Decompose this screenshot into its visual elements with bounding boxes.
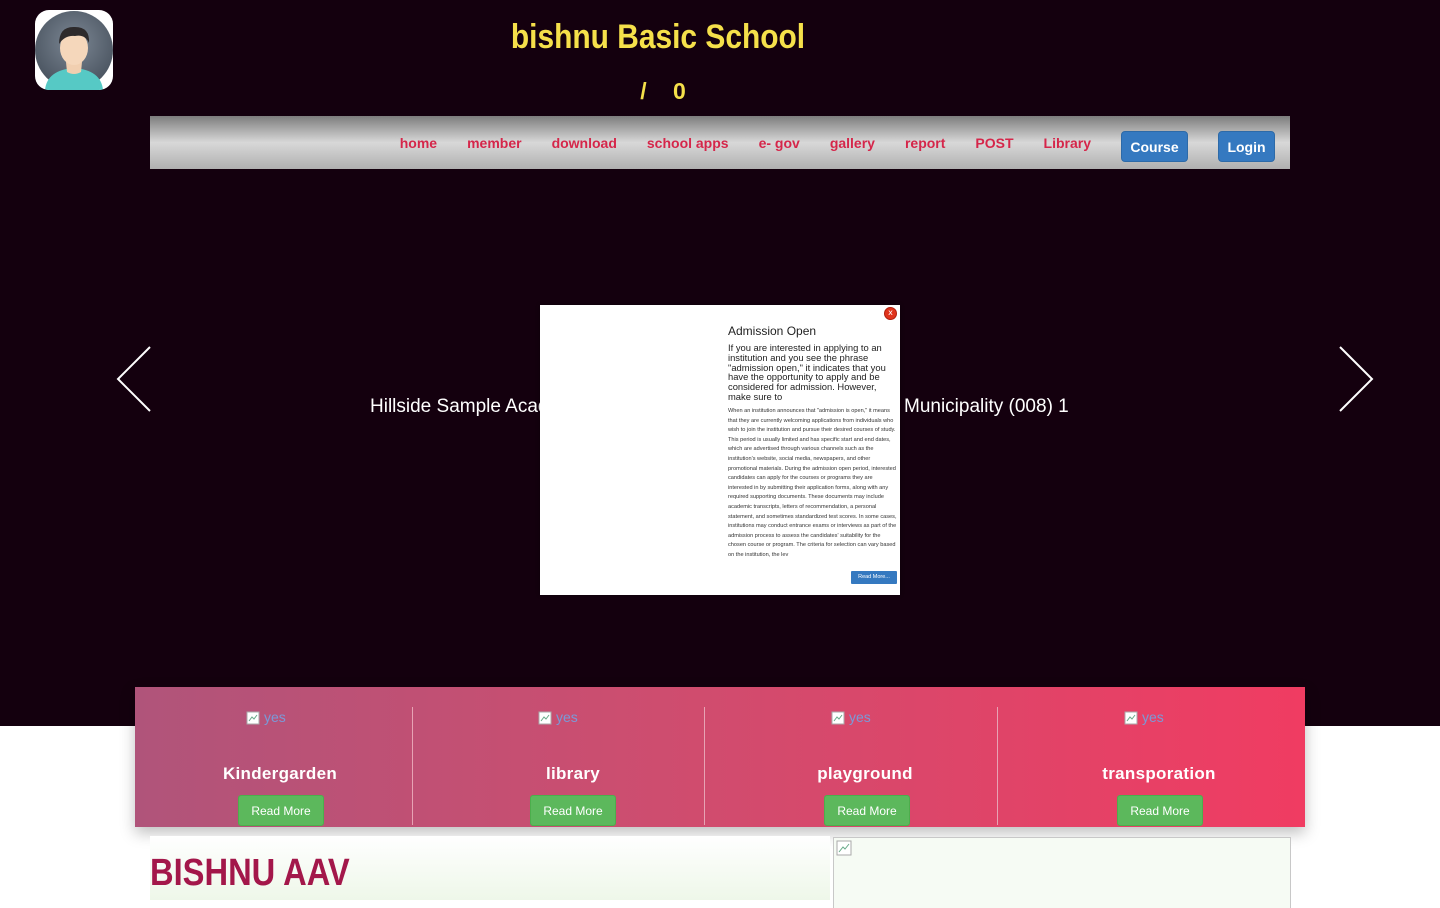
visitor-counter: / 0: [0, 78, 1326, 105]
playground-read-more-button[interactable]: Read More: [824, 795, 910, 826]
broken-image-icon: [831, 711, 845, 725]
library-read-more-button[interactable]: Read More: [530, 795, 616, 826]
feature-image: yes: [246, 709, 300, 725]
feature-card-library: yes library Read More: [427, 687, 719, 827]
feature-card-kindergarden: yes Kindergarden Read More: [135, 687, 425, 827]
nav-link-member[interactable]: member: [467, 135, 521, 151]
about-image: [833, 837, 1291, 908]
slide-caption-left: Hillside Sample Acad: [370, 396, 549, 417]
counter-separator: /: [640, 78, 647, 104]
feature-image-alt: yes: [264, 709, 286, 725]
admission-popup: x Admission Open If you are interested i…: [540, 305, 900, 595]
nav-link-post[interactable]: POST: [975, 135, 1013, 151]
feature-image-alt: yes: [1142, 709, 1164, 725]
popup-close-button[interactable]: x: [884, 307, 897, 320]
broken-image-icon: [538, 711, 552, 725]
features-strip: yes Kindergarden Read More yes library R…: [135, 687, 1305, 827]
popup-lead-text: If you are interested in applying to an …: [728, 342, 886, 402]
nav-link-gallery[interactable]: gallery: [830, 135, 875, 151]
popup-read-more-button[interactable]: Read More...: [851, 571, 897, 584]
slider-prev-button[interactable]: [114, 345, 154, 415]
broken-image-icon: [246, 711, 260, 725]
arrow-right-icon: [1339, 346, 1374, 412]
slider-next-button[interactable]: [1336, 345, 1376, 415]
popup-body-text: When an institution announces that "admi…: [728, 408, 897, 558]
main-navbar: home member download school apps e- gov …: [150, 116, 1290, 169]
feature-image: yes: [538, 709, 592, 725]
feature-card-transporation: yes transporation Read More: [1013, 687, 1305, 827]
feature-title: playground: [817, 764, 913, 783]
nav-link-home[interactable]: home: [400, 135, 437, 151]
feature-image: yes: [1124, 709, 1178, 725]
feature-title: transporation: [1102, 764, 1216, 783]
school-title: bishnu Basic School: [510, 18, 806, 56]
nav-link-library[interactable]: Library: [1044, 135, 1091, 151]
slide-caption-right: Municipality (008) 1: [904, 396, 1069, 417]
feature-title: Kindergarden: [222, 764, 338, 783]
login-button[interactable]: Login: [1218, 131, 1275, 162]
counter-value: 0: [672, 78, 686, 104]
popup-title: Admission Open: [728, 324, 817, 338]
feature-title: library: [545, 764, 601, 783]
arrow-left-icon: [116, 346, 151, 412]
nav-links: home member download school apps e- gov …: [370, 116, 1091, 169]
feature-image-alt: yes: [849, 709, 871, 725]
nav-link-download[interactable]: download: [552, 135, 617, 151]
feature-image: yes: [831, 709, 885, 725]
transporation-read-more-button[interactable]: Read More: [1117, 795, 1203, 826]
broken-image-icon: [1124, 711, 1138, 725]
nav-link-report[interactable]: report: [905, 135, 945, 151]
feature-card-playground: yes playground Read More: [720, 687, 1010, 827]
course-button[interactable]: Course: [1121, 131, 1188, 162]
kindergarden-read-more-button[interactable]: Read More: [238, 795, 324, 826]
feature-image-alt: yes: [556, 709, 578, 725]
nav-link-e-gov[interactable]: e- gov: [759, 135, 800, 151]
nav-link-school-apps[interactable]: school apps: [647, 135, 729, 151]
about-title: BISHNU AAV: [150, 852, 350, 894]
broken-image-icon: [836, 840, 852, 856]
